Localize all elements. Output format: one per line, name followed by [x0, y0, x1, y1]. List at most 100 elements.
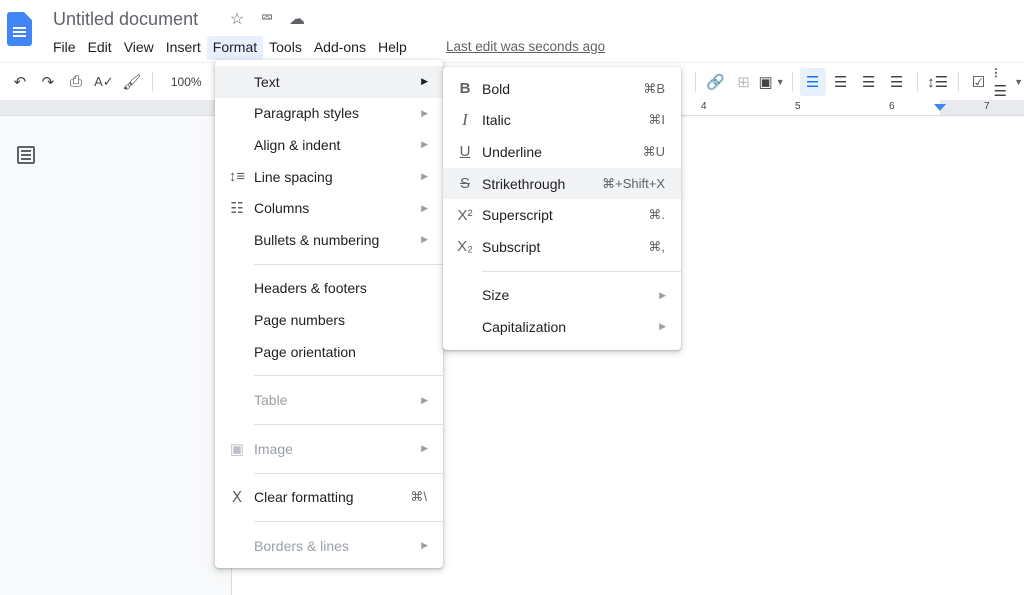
move-to-folder-icon[interactable]: ⮹	[258, 10, 276, 28]
checklist-icon[interactable]: ☑	[966, 68, 992, 96]
subscript-icon: X₂	[457, 238, 473, 256]
submenu-arrow-icon: ▶	[421, 540, 428, 551]
menu-item-label: Borders & lines	[254, 537, 349, 554]
line-spacing-icon[interactable]: ↕☰	[925, 68, 951, 96]
last-edit-link[interactable]: Last edit was seconds ago	[446, 39, 605, 54]
submenu-arrow-icon: ▶	[421, 139, 428, 150]
toolbar-divider	[694, 71, 696, 92]
menu-item-table[interactable]: Table ▶	[215, 384, 443, 416]
zoom-value: 100%	[170, 74, 202, 89]
menu-item-label: Italic	[482, 112, 511, 129]
title-actions: ☆ ⮹ ☁	[228, 10, 306, 28]
toolbar-divider	[916, 71, 918, 92]
menu-item-columns[interactable]: ☷ Columns ▶	[215, 192, 443, 224]
menu-item-italic[interactable]: I Italic ⌘I	[443, 105, 681, 137]
menu-item-label: Page orientation	[254, 343, 356, 360]
toolbar-divider	[151, 71, 153, 92]
submenu-arrow-icon: ▶	[421, 394, 428, 405]
menu-item-label: Text	[254, 73, 280, 90]
ruler-number: 5	[795, 101, 801, 112]
paint-format-icon[interactable]: 🖌	[119, 68, 145, 96]
bulleted-list-icon[interactable]: ⁝☰ ▼	[994, 65, 1024, 100]
menu-item-label: Columns	[254, 200, 310, 217]
keyboard-shortcut: ⌘U	[642, 143, 665, 159]
undo-icon[interactable]: ↶	[7, 68, 33, 96]
title-bar: Untitled document ☆ ⮹ ☁ File Edit View Insert…	[0, 0, 1024, 62]
line-spacing-icon: ↕≡	[228, 168, 246, 186]
menu-file[interactable]: File	[47, 36, 82, 60]
columns-icon: ☷	[230, 200, 244, 218]
menu-item-headers-footers[interactable]: Headers & footers	[215, 273, 443, 305]
menu-item-label: Subscript	[482, 238, 541, 255]
ruler-number: 4	[701, 101, 707, 112]
add-comment-icon[interactable]: ⊞	[731, 68, 757, 96]
right-indent-marker[interactable]	[934, 104, 946, 111]
cloud-saved-icon[interactable]: ☁	[288, 10, 306, 28]
menu-item-label: Paragraph styles	[254, 105, 360, 122]
menu-item-label: Align & indent	[254, 136, 341, 153]
menu-edit[interactable]: Edit	[82, 36, 118, 60]
menu-item-text[interactable]: Text ▶	[215, 66, 443, 98]
menu-item-strikethrough[interactable]: S Strikethrough ⌘+Shift+X	[443, 167, 681, 200]
menu-insert[interactable]: Insert	[160, 36, 207, 60]
clear-formatting-icon: Ⅹ	[231, 489, 243, 507]
spellcheck-icon[interactable]: A✓	[91, 68, 117, 96]
menu-separator	[482, 270, 681, 272]
redo-icon[interactable]: ↷	[35, 68, 61, 96]
toolbar-divider	[957, 71, 959, 92]
insert-image-icon[interactable]: ▣ ▼	[759, 68, 785, 96]
menu-item-image[interactable]: ▣ Image ▶	[215, 433, 443, 465]
menu-item-label: Image	[254, 440, 293, 457]
menu-format[interactable]: Format	[206, 36, 264, 60]
image-icon: ▣	[229, 440, 245, 458]
keyboard-shortcut: ⌘.	[648, 207, 665, 223]
menu-separator	[254, 521, 443, 523]
menu-item-label: Size	[482, 287, 510, 304]
keyboard-shortcut: ⌘,	[648, 238, 665, 254]
menu-item-bullets-numbering[interactable]: Bullets & numbering ▶	[215, 224, 443, 256]
keyboard-shortcut: ⌘B	[643, 80, 665, 96]
menu-item-page-orientation[interactable]: Page orientation	[215, 336, 443, 368]
align-right-icon[interactable]: ☰	[856, 68, 882, 96]
menu-item-align-indent[interactable]: Align & indent ▶	[215, 129, 443, 161]
menu-item-bold[interactable]: B Bold ⌘B	[443, 73, 681, 105]
submenu-arrow-icon: ▶	[421, 202, 428, 213]
document-outline-icon[interactable]	[17, 146, 35, 164]
align-left-icon[interactable]: ☰	[799, 67, 826, 96]
justify-icon[interactable]: ☰	[884, 68, 910, 96]
menu-bar: File Edit View Insert Format Tools Add-ons Help	[47, 36, 413, 60]
print-icon[interactable]: ⎙	[63, 68, 89, 96]
menu-item-label: Clear formatting	[254, 489, 354, 506]
menu-view[interactable]: View	[118, 36, 160, 60]
menu-item-borders-lines[interactable]: Borders & lines ▶	[215, 530, 443, 562]
underline-icon: U	[459, 143, 471, 161]
menu-tools[interactable]: Tools	[263, 36, 308, 60]
submenu-arrow-icon: ▶	[421, 76, 428, 87]
menu-item-label: Bold	[482, 80, 511, 97]
star-icon[interactable]: ☆	[228, 10, 246, 28]
menu-item-page-numbers[interactable]: Page numbers	[215, 304, 443, 336]
docs-logo-icon[interactable]	[7, 12, 32, 46]
menu-item-paragraph-styles[interactable]: Paragraph styles ▶	[215, 98, 443, 130]
menu-item-capitalization[interactable]: Capitalization ▶	[443, 311, 681, 343]
menu-item-underline[interactable]: U Underline ⌘U	[443, 136, 681, 168]
align-center-icon[interactable]: ☰	[828, 68, 854, 96]
submenu-arrow-icon: ▶	[421, 443, 428, 454]
menu-item-label: Capitalization	[482, 318, 567, 335]
menu-item-label: Line spacing	[254, 168, 333, 185]
menu-item-label: Superscript	[482, 207, 553, 224]
menu-item-clear-formatting[interactable]: Ⅹ Clear formatting ⌘\	[215, 482, 443, 514]
toolbar-divider	[791, 71, 793, 92]
menu-separator	[254, 423, 443, 425]
menu-help[interactable]: Help	[372, 36, 413, 60]
menu-add-ons[interactable]: Add-ons	[308, 36, 372, 60]
link-icon[interactable]: 🔗	[703, 68, 729, 96]
menu-item-subscript[interactable]: X₂ Subscript ⌘,	[443, 231, 681, 263]
document-title[interactable]: Untitled document	[53, 9, 198, 30]
menu-item-size[interactable]: Size ▶	[443, 280, 681, 312]
menu-item-label: Bullets & numbering	[254, 231, 380, 248]
ruler-number: 6	[889, 101, 895, 112]
menu-item-line-spacing[interactable]: ↕≡ Line spacing ▶	[215, 161, 443, 193]
format-menu: Text ▶ Paragraph styles ▶ Align & indent ▶ ↕≡ L…	[215, 60, 443, 568]
menu-item-superscript[interactable]: X² Superscript ⌘.	[443, 199, 681, 231]
